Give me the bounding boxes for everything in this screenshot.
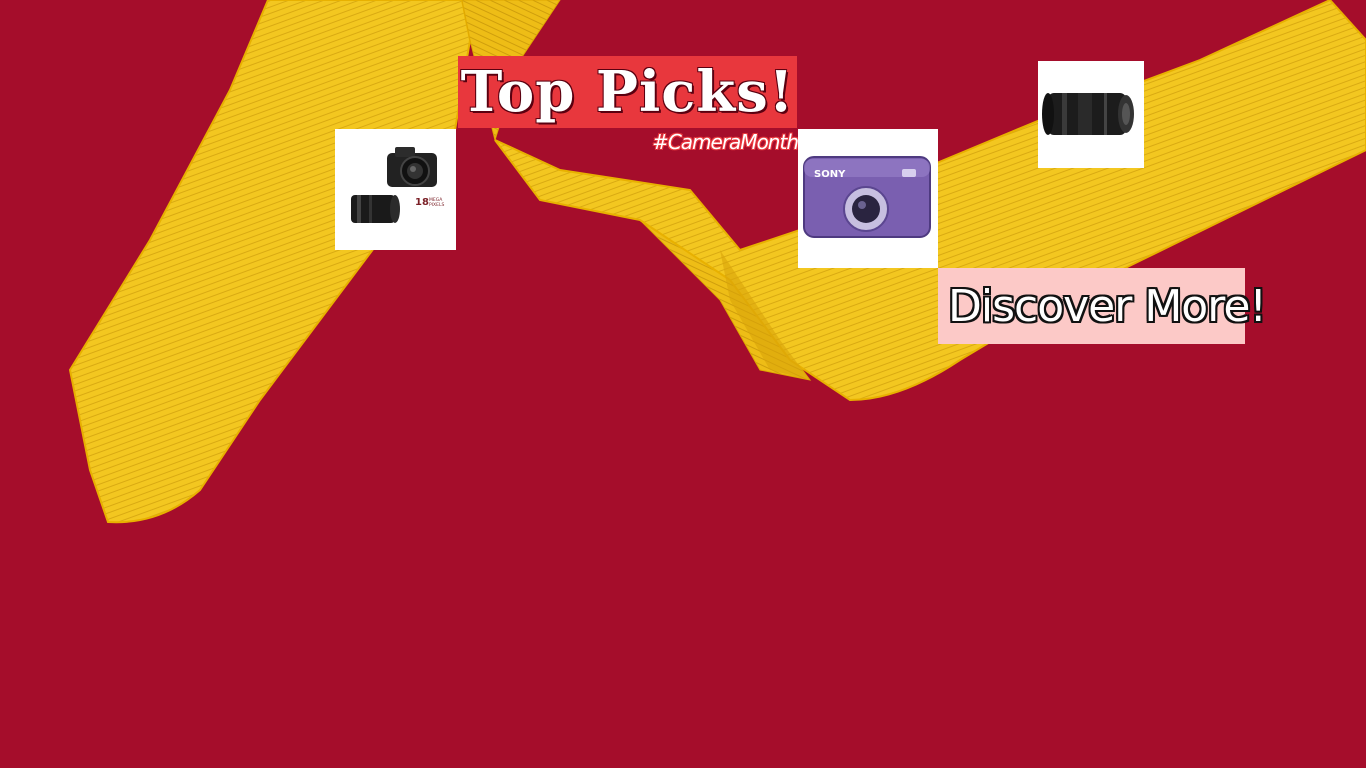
product-dslr-kit[interactable]: 18 MEGA PIXELS bbox=[335, 129, 456, 250]
product-compact-camera[interactable]: SONY bbox=[798, 129, 938, 268]
discover-more-button[interactable]: Discover More! bbox=[938, 268, 1267, 344]
compact-camera-icon: SONY bbox=[803, 156, 931, 238]
discover-more-label: Discover More! bbox=[948, 280, 1267, 332]
hashtag-label: #CameraMonth bbox=[652, 130, 799, 154]
product-lens[interactable] bbox=[1038, 61, 1144, 168]
megapixel-badge-line3: PIXELS bbox=[429, 202, 444, 208]
camera-lens-icon bbox=[1042, 93, 1134, 135]
megapixel-badge-number: 18 bbox=[415, 197, 429, 208]
title-banner: Top Picks! bbox=[458, 56, 797, 128]
page-title: Top Picks! bbox=[460, 59, 795, 125]
dslr-camera-icon: 18 MEGA PIXELS bbox=[351, 147, 444, 223]
camera-brand-label: SONY bbox=[814, 169, 846, 180]
